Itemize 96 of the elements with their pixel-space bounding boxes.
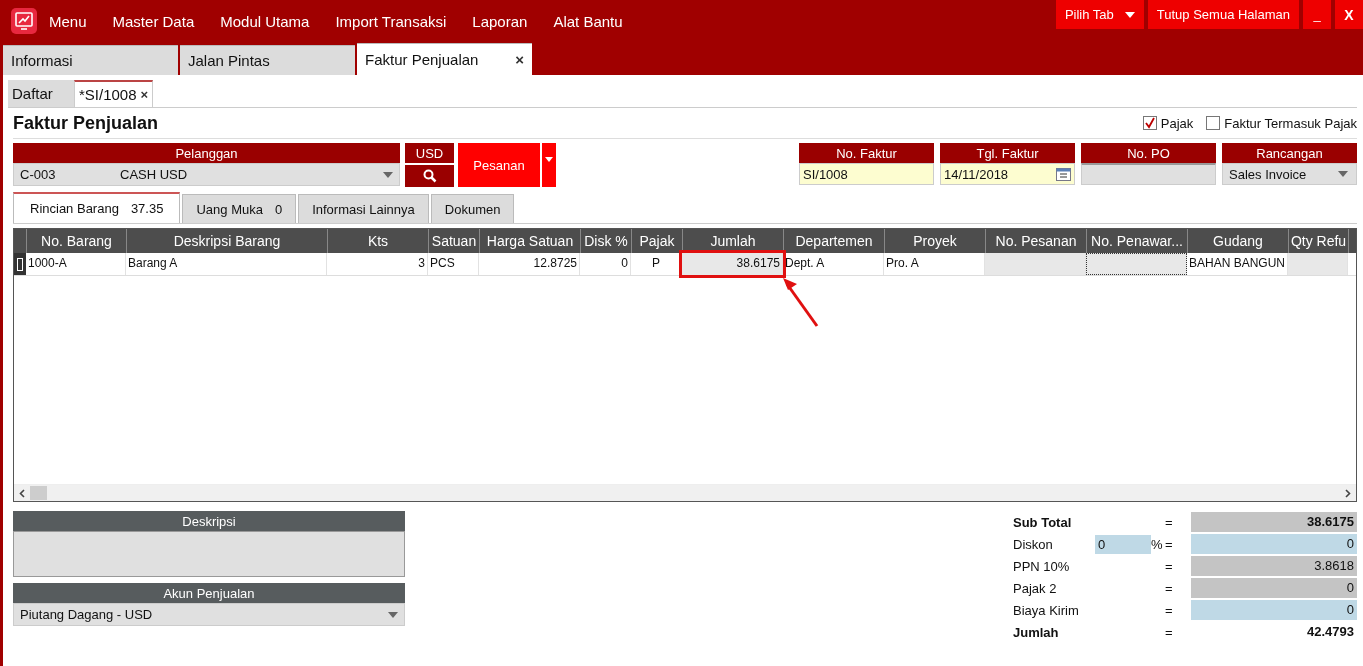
app-logo-icon[interactable] [11, 8, 37, 34]
input-field[interactable] [1081, 163, 1216, 185]
close-all-pages-button[interactable]: Tutup Semua Halaman [1147, 0, 1299, 29]
page-tab[interactable]: Informasi [3, 45, 178, 75]
checkbox-icon[interactable] [1206, 116, 1221, 130]
caret-icon[interactable] [1338, 171, 1348, 177]
horizontal-scrollbar[interactable] [14, 484, 1356, 501]
total-label: Pajak 2 [1013, 580, 1058, 596]
scroll-right-icon[interactable] [1345, 488, 1351, 498]
minimize-button[interactable]: _ [1303, 0, 1331, 29]
scroll-left-icon[interactable] [19, 488, 25, 498]
equals-sign: = [1165, 602, 1174, 618]
input-field[interactable]: 0 [1191, 534, 1357, 554]
table-cell: Dept. A [783, 253, 884, 275]
document-tab[interactable]: *SI/1008 × [74, 80, 154, 107]
column-header[interactable]: Kts [328, 229, 429, 253]
caret-icon[interactable] [545, 157, 553, 162]
column-header[interactable]: Gudang [1188, 229, 1289, 253]
detail-tab[interactable]: Informasi Lainnya [298, 194, 429, 223]
caret-icon[interactable] [1124, 11, 1135, 18]
equals-sign: = [1165, 580, 1174, 596]
equals-sign: = [1165, 536, 1174, 552]
checkbox[interactable]: Pajak [1142, 115, 1194, 131]
document-tab[interactable]: Daftar [8, 80, 74, 107]
total-label: Jumlah [1013, 624, 1060, 640]
table-cell: PCS [428, 253, 479, 275]
pick-tab-button[interactable]: Pilih Tab [1055, 0, 1144, 29]
search-button[interactable] [405, 165, 454, 187]
close-button[interactable]: X [1335, 0, 1363, 29]
customer-name: CASH USD [120, 167, 188, 182]
order-dropdown-button[interactable] [542, 143, 556, 187]
form-title: Faktur Penjualan [13, 112, 159, 134]
menu-item[interactable]: Import Transaksi [327, 0, 459, 42]
detail-tab[interactable]: Dokumen [430, 194, 515, 223]
total-value: 38.6175 [1191, 512, 1357, 532]
table-cell: Barang A [126, 253, 327, 275]
equals-sign: = [1165, 558, 1174, 574]
template-dropdown[interactable]: Sales Invoice [1222, 163, 1357, 185]
field-header: No. PO [1081, 143, 1216, 163]
menu-item[interactable]: Modul Utama [212, 0, 322, 42]
description-header: Deskripsi [13, 511, 405, 531]
caret-icon[interactable] [388, 611, 398, 618]
row-indicator-icon [14, 253, 26, 275]
menu-item[interactable]: Menu [41, 0, 99, 42]
checkbox[interactable]: Faktur Termasuk Pajak [1206, 115, 1357, 131]
customer-dropdown[interactable]: C-003 CASH USD [13, 163, 400, 186]
input-field[interactable]: 0 [1191, 600, 1357, 620]
search-icon[interactable] [422, 169, 437, 183]
column-header[interactable]: Proyek [885, 229, 986, 253]
discount-percent-field[interactable]: 0 [1095, 534, 1151, 554]
sales-account-header: Akun Penjualan [13, 583, 405, 603]
total-value: 3.8618 [1191, 556, 1357, 576]
table-cell: 3 [327, 253, 428, 275]
detail-tab[interactable]: Uang Muka 0 [182, 194, 297, 223]
table-cell: 1000-A [26, 253, 126, 275]
annotation-arrow [781, 276, 821, 328]
date-field[interactable]: 14/11/2018 [940, 163, 1075, 185]
percent-sign: % [1151, 536, 1163, 552]
scrollbar-thumb[interactable] [30, 486, 47, 500]
total-label: Biaya Kirim [1013, 602, 1080, 618]
order-button[interactable]: Pesanan [458, 143, 540, 187]
page-tab[interactable]: Jalan Pintas [180, 45, 355, 75]
total-label: Diskon [1013, 536, 1054, 552]
close-tab-icon[interactable]: × [140, 87, 149, 102]
table-cell: 38.6175 [682, 253, 783, 275]
equals-sign: = [1165, 624, 1174, 640]
menu-item[interactable]: Alat Bantu [545, 0, 635, 42]
total-label: PPN 10% [1013, 558, 1071, 574]
field-header: No. Faktur [799, 143, 934, 163]
sales-account-dropdown[interactable]: Piutang Dagang - USD [13, 603, 405, 626]
column-header[interactable]: Harga Satuan [480, 229, 581, 253]
column-header[interactable]: Disk % [581, 229, 632, 253]
customer-code: C-003 [20, 167, 57, 182]
column-header[interactable]: Deskripsi Barang [127, 229, 328, 253]
caret-icon[interactable] [383, 171, 393, 178]
currency-label: USD [405, 143, 454, 163]
total-value: 0 [1191, 578, 1357, 598]
customer-header: Pelanggan [13, 143, 400, 163]
menu-item[interactable]: Master Data [104, 0, 207, 42]
equals-sign: = [1165, 514, 1174, 530]
column-header[interactable]: No. Barang [27, 229, 127, 253]
total-value: 42.4793 [1306, 623, 1355, 641]
calendar-icon[interactable] [1056, 167, 1071, 181]
table-cell: 12.8725 [479, 253, 580, 275]
table-cell: 0 [580, 253, 631, 275]
detail-tab[interactable]: Rincian Barang 37.35 [13, 192, 181, 223]
total-label: Sub Total [1013, 514, 1073, 530]
field-header: Rancangan [1222, 143, 1357, 163]
input-field[interactable]: SI/1008 [799, 163, 934, 185]
column-header[interactable]: Satuan [429, 229, 480, 253]
menu-item[interactable]: Laporan [464, 0, 540, 42]
checkbox-icon[interactable] [1142, 116, 1157, 130]
close-tab-icon[interactable]: × [515, 51, 524, 68]
description-field[interactable] [13, 531, 405, 577]
page-tab[interactable]: Faktur Penjualan × [357, 43, 532, 75]
field-header: Tgl. Faktur [940, 143, 1075, 163]
